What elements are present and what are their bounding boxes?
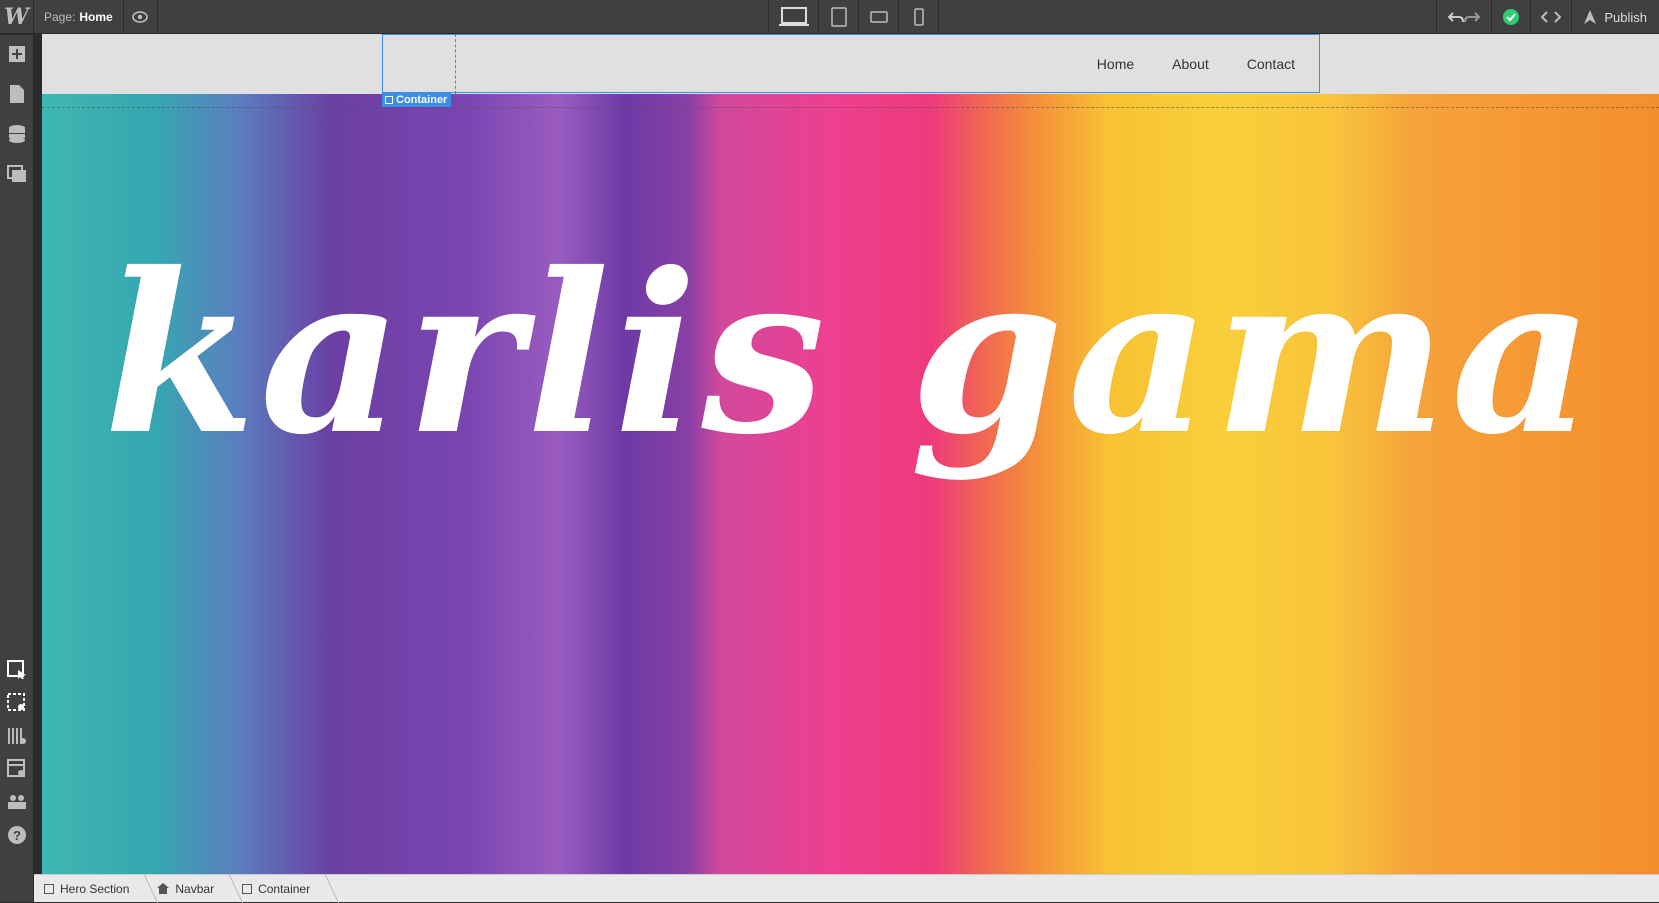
webflow-logo[interactable]: W bbox=[0, 0, 34, 34]
selection-tag-label: Container bbox=[396, 94, 448, 106]
top-toolbar: W Page: Home Publish bbox=[0, 0, 1659, 34]
hero-title[interactable]: karlis gama bbox=[42, 244, 1659, 464]
section-guide bbox=[42, 107, 1659, 108]
assets-icon[interactable] bbox=[0, 157, 34, 191]
design-canvas[interactable]: Home About Contact Container karlis gama bbox=[42, 34, 1659, 874]
preview-eye-icon[interactable] bbox=[124, 0, 158, 34]
publish-label: Publish bbox=[1604, 9, 1647, 25]
desktop-icon[interactable] bbox=[769, 0, 819, 34]
tablet-icon[interactable] bbox=[819, 0, 859, 34]
selected-container-outline[interactable] bbox=[382, 34, 1320, 93]
publish-button[interactable]: Publish bbox=[1571, 0, 1659, 34]
status-check-icon[interactable] bbox=[1491, 0, 1530, 34]
help-icon[interactable]: ? bbox=[0, 818, 34, 852]
pages-icon[interactable] bbox=[0, 77, 34, 111]
style-manager-icon[interactable] bbox=[0, 752, 34, 786]
publish-icon bbox=[1584, 10, 1597, 24]
add-icon[interactable] bbox=[0, 37, 34, 71]
breadcrumb: Hero Section Navbar Container bbox=[34, 874, 1659, 902]
svg-text:?: ? bbox=[13, 828, 21, 843]
selection-tag[interactable]: Container bbox=[382, 93, 452, 107]
grid-icon[interactable] bbox=[0, 719, 34, 753]
page-selector[interactable]: Page: Home bbox=[34, 0, 124, 34]
device-switcher bbox=[768, 0, 939, 34]
breadcrumb-item-navbar[interactable]: Navbar bbox=[147, 875, 232, 903]
right-toolbar: Publish bbox=[1436, 0, 1659, 34]
breadcrumb-item-hero-section[interactable]: Hero Section bbox=[34, 875, 147, 903]
breadcrumb-label: Container bbox=[258, 881, 311, 896]
breadcrumb-item-container[interactable]: Container bbox=[232, 875, 328, 903]
page-name: Home bbox=[79, 9, 113, 24]
select-icon[interactable] bbox=[0, 653, 34, 687]
hero-section[interactable]: karlis gama bbox=[42, 94, 1659, 874]
code-icon[interactable] bbox=[1530, 0, 1571, 34]
home-icon bbox=[157, 883, 170, 894]
mobile-landscape-icon[interactable] bbox=[859, 0, 899, 34]
undo-redo[interactable] bbox=[1436, 0, 1491, 34]
users-icon[interactable] bbox=[0, 785, 34, 819]
navbar[interactable]: Home About Contact bbox=[42, 34, 1659, 94]
mobile-portrait-icon[interactable] bbox=[899, 0, 939, 34]
page-label: Page: bbox=[44, 9, 76, 24]
preview-box-icon[interactable] bbox=[0, 686, 34, 720]
breadcrumb-label: Navbar bbox=[175, 881, 215, 896]
cms-icon[interactable] bbox=[0, 117, 34, 151]
left-sidebar: ? bbox=[0, 35, 34, 902]
container-icon bbox=[385, 96, 393, 104]
breadcrumb-label: Hero Section bbox=[60, 881, 130, 896]
container-icon bbox=[242, 883, 253, 894]
section-icon bbox=[44, 883, 54, 894]
